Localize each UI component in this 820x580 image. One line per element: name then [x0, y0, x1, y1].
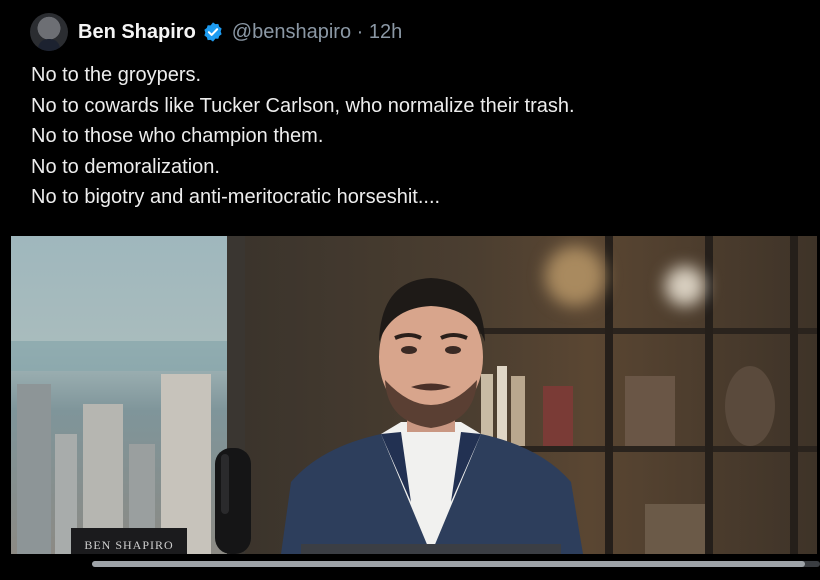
microphone-icon [215, 448, 251, 554]
tweet-text: No to the groypers. No to cowards like T… [31, 60, 791, 213]
handle-text: @benshapiro [231, 20, 352, 43]
tweet-card[interactable]: Ben Shapiro @benshapiro · 12h No to the … [0, 0, 820, 580]
video-progress-bar[interactable] [92, 561, 820, 567]
author-name[interactable]: Ben Shapiro [78, 21, 196, 44]
presenter-figure [281, 278, 583, 554]
tweet-header: Ben Shapiro @benshapiro · 12h [30, 12, 402, 52]
tweet-line: No to the groypers. [31, 64, 202, 86]
tweet-line: No to bigotry and anti-meritocratic hors… [31, 186, 441, 208]
video-progress-fill [92, 561, 806, 567]
tweet-line: No to those who champion them. [31, 125, 324, 147]
separator-dot: · [356, 20, 364, 43]
window-skyline [11, 236, 227, 554]
tweet-line: No to demoralization. [31, 155, 220, 178]
author-handle[interactable]: @benshapiro · 12h [232, 21, 402, 44]
video-player[interactable]: BEN SHAPIRO [11, 236, 817, 554]
tweet-time[interactable]: 12h [369, 21, 402, 43]
name-plaque: BEN SHAPIRO [71, 528, 187, 554]
author-avatar[interactable] [30, 13, 68, 51]
tweet-line: No to cowards like Tucker Carlson, who n… [31, 94, 575, 117]
verified-badge-icon [204, 22, 222, 42]
